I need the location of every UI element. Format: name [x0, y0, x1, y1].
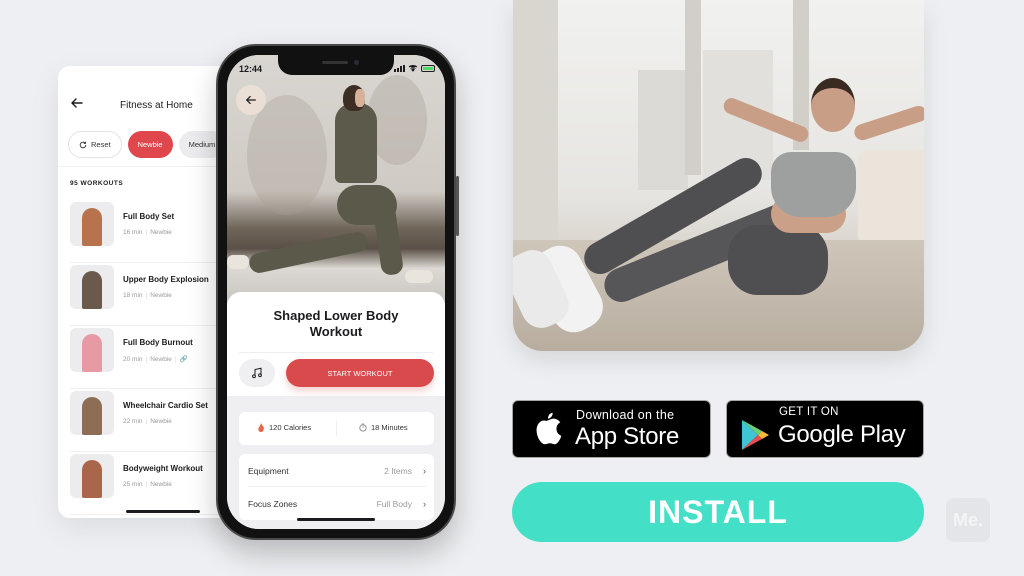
battery-icon: [421, 64, 435, 72]
status-time: 12:44: [239, 64, 263, 74]
music-note-icon: [252, 367, 262, 379]
workout-level: Newbie: [150, 292, 172, 299]
equipment-row[interactable]: Equipment 2 Items ›: [248, 454, 426, 487]
workout-name: Upper Body Explosion: [123, 275, 209, 284]
google-play-badge[interactable]: GET IT ON Google Play: [726, 400, 924, 458]
filter-chip-newbie[interactable]: Newbie: [127, 131, 173, 158]
link-icon: 🔗: [179, 356, 188, 363]
status-bar: 12:44: [227, 55, 445, 79]
badge-small-text: Download on the: [576, 408, 675, 422]
apple-icon: [536, 412, 562, 445]
row-label: Equipment: [248, 466, 289, 476]
minutes-stat: 18 Minutes: [359, 423, 408, 432]
row-label: Focus Zones: [248, 499, 298, 509]
filter-label: Medium: [188, 140, 216, 149]
workout-meta: 25 min | Newbie: [123, 481, 172, 488]
workout-meta: 20 min | Newbie | 🔗: [123, 356, 188, 363]
workout-duration: 22 min: [123, 418, 143, 425]
flame-icon: [258, 423, 264, 432]
workout-name: Full Body Burnout: [123, 338, 193, 347]
filter-reset-button[interactable]: Reset: [68, 131, 122, 158]
workout-level: Newbie: [150, 229, 172, 236]
workout-thumbnail: [70, 391, 114, 435]
install-button[interactable]: INSTALL: [512, 482, 924, 542]
watermark-logo: Me.: [946, 498, 990, 542]
workout-name: Full Body Set: [123, 212, 175, 221]
wifi-icon: [408, 65, 418, 72]
app-store-badge[interactable]: Download on the App Store: [512, 400, 711, 458]
workout-meta: 16 min | Newbie: [123, 229, 172, 236]
workout-sheet: Shaped Lower Body Workout START WORKOUT: [227, 292, 445, 529]
badge-big-text: App Store: [575, 423, 680, 450]
workout-thumbnail: [70, 265, 114, 309]
workout-duration: 20 min: [123, 356, 143, 363]
workout-meta: 18 min | Newbie: [123, 292, 172, 299]
workout-duration: 25 min: [123, 481, 143, 488]
back-button[interactable]: [236, 85, 266, 115]
sheet-header: Shaped Lower Body Workout START WORKOUT: [227, 292, 445, 396]
focus-zones-row[interactable]: Focus Zones Full Body ›: [248, 487, 426, 520]
home-indicator: [126, 510, 200, 513]
refresh-icon: [79, 141, 87, 148]
workout-level: Newbie: [150, 418, 172, 425]
divider: [336, 421, 337, 436]
row-value: Full Body: [376, 499, 412, 509]
filter-label: Reset: [91, 140, 111, 149]
workout-name: Wheelchair Cardio Set: [123, 401, 208, 410]
row-value: 2 Items: [384, 466, 412, 476]
page-title: Fitness at Home: [120, 100, 193, 111]
start-workout-button[interactable]: START WORKOUT: [286, 359, 434, 387]
info-card: Equipment 2 Items › Focus Zones Full Bod…: [239, 454, 434, 520]
side-button: [456, 176, 459, 236]
promo-photo: [513, 0, 924, 351]
calories-value: 120 Calories: [269, 423, 312, 432]
notch: [278, 55, 394, 75]
chevron-right-icon: ›: [423, 499, 426, 509]
workout-thumbnail: [70, 328, 114, 372]
divider: [239, 352, 433, 353]
google-play-icon: [742, 420, 769, 450]
workout-duration: 18 min: [123, 292, 143, 299]
stopwatch-icon: [359, 423, 367, 432]
home-indicator: [297, 518, 375, 521]
phone-frame: 12:44 Shaped Lower Body Workout START WO…: [216, 44, 459, 540]
workout-count: 95 WORKOUTS: [70, 180, 124, 187]
workout-meta: 22 min | Newbie: [123, 418, 172, 425]
calories-stat: 120 Calories: [257, 423, 311, 432]
badge-small-text: GET IT ON: [779, 406, 839, 418]
workout-level: Newbie: [150, 481, 172, 488]
stats-card: 120 Calories 18 Minutes: [239, 412, 434, 445]
workout-level: Newbie: [150, 356, 172, 363]
workout-title-line1: Shaped Lower Body: [273, 308, 399, 323]
workout-detail-screen: 12:44 Shaped Lower Body Workout START WO…: [227, 55, 445, 529]
badge-big-text: Google Play: [778, 421, 906, 448]
filter-label: Newbie: [137, 140, 163, 149]
workout-duration: 16 min: [123, 229, 143, 236]
chevron-right-icon: ›: [423, 466, 426, 476]
signal-icon: [394, 64, 405, 72]
workout-title-line2: Workout: [309, 324, 363, 339]
filter-chips: Reset Newbie Medium: [68, 131, 226, 158]
minutes-value: 18 Minutes: [371, 423, 408, 432]
arrow-left-icon: [245, 95, 256, 105]
workout-thumbnail: [70, 454, 114, 498]
music-button[interactable]: [239, 359, 275, 387]
workout-name: Bodyweight Workout: [123, 464, 203, 473]
system-icons: [394, 64, 435, 72]
arrow-left-icon[interactable]: [70, 96, 84, 110]
workout-title: Shaped Lower Body Workout: [227, 308, 445, 340]
workout-thumbnail: [70, 202, 114, 246]
